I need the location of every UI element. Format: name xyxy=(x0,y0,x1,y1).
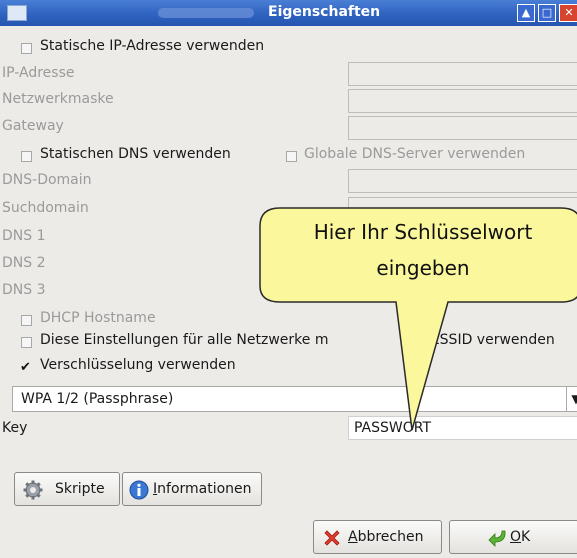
properties-dialog: Eigenschaften ▲ □ ✕ Statische IP-Adresse… xyxy=(0,0,577,558)
callout-text-line1: Hier Ihr Schlüsselwort xyxy=(313,220,533,244)
callout-text-line2: eingeben xyxy=(376,256,470,280)
